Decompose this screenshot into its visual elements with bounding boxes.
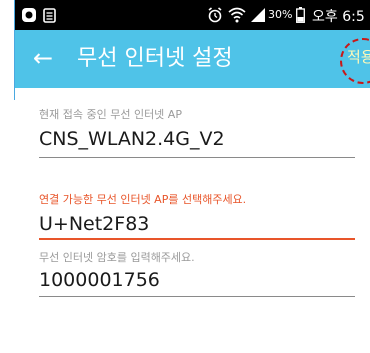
- signal-strength-icon: [251, 7, 265, 23]
- password-label: 무선 인터넷 암호를 입력해주세요.: [39, 251, 195, 264]
- current-ap-label: 현재 접속 중인 무선 인터넷 AP: [39, 108, 182, 121]
- app-notification-icon: [21, 7, 37, 23]
- current-ap-underline: [39, 157, 355, 158]
- wifi-icon: [228, 7, 246, 23]
- password-field[interactable]: 1000001756: [39, 269, 160, 291]
- apply-button[interactable]: 적용: [347, 46, 370, 67]
- current-ap-value: CNS_WLAN2.4G_V2: [39, 128, 225, 150]
- left-margin: [0, 0, 14, 353]
- app-bar: ← 무선 인터넷 설정 적용: [15, 30, 370, 88]
- phone-screen: 30% 오후 6:5 ← 무선 인터넷 설정 적용 현재 접속 중인 무선 인터…: [15, 0, 370, 353]
- clock: 오후 6:5: [312, 9, 365, 25]
- page-title: 무선 인터넷 설정: [77, 46, 233, 71]
- select-ap-field[interactable]: U+Net2F83: [39, 213, 149, 235]
- status-bar: 30% 오후 6:5: [15, 0, 370, 30]
- back-arrow-icon[interactable]: ←: [33, 44, 53, 72]
- select-ap-label: 연결 가능한 무선 인터넷 AP를 선택해주세요.: [39, 193, 247, 206]
- password-underline: [39, 296, 355, 297]
- sim-card-icon: [42, 7, 56, 23]
- battery-icon: [295, 7, 305, 23]
- battery-percent: 30%: [268, 8, 293, 21]
- alarm-clock-icon: [207, 7, 223, 23]
- select-ap-underline: [39, 238, 355, 240]
